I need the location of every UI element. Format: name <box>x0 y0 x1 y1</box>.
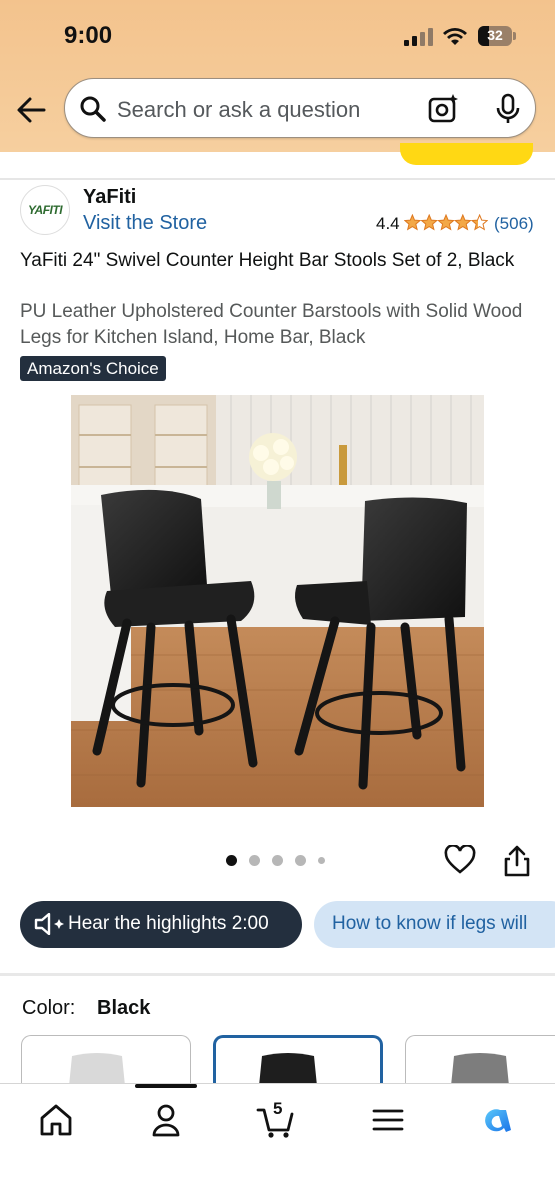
top-header: 9:00 32 Search or ask a question <box>0 0 555 165</box>
pager-dot[interactable] <box>295 855 306 866</box>
product-title: YaFiti 24" Swivel Counter Height Bar Sto… <box>20 250 515 271</box>
share-icon[interactable] <box>503 844 531 878</box>
star-icon <box>470 214 488 231</box>
hear-highlights-label: Hear the highlights 2:00 <box>68 913 269 934</box>
star-icon <box>404 214 422 231</box>
nav-active-indicator <box>135 1084 197 1088</box>
bottom-nav: 5 <box>0 1083 555 1200</box>
pager-dot[interactable] <box>318 857 325 864</box>
store-logo-text: YAFITI <box>27 203 63 217</box>
rufus-assistant-icon[interactable] <box>478 1100 518 1140</box>
amazons-choice-badge: Amazon's Choice <box>20 356 166 381</box>
product-image[interactable] <box>71 395 484 807</box>
image-pager-dots[interactable] <box>226 855 336 867</box>
home-icon[interactable] <box>36 1100 76 1140</box>
cart-count: 5 <box>273 1099 283 1118</box>
hear-highlights-button[interactable]: Hear the highlights 2:00 <box>20 901 302 948</box>
status-bar: 9:00 32 <box>0 0 555 70</box>
rating-stars-icon[interactable] <box>404 214 488 232</box>
account-icon[interactable] <box>146 1100 186 1140</box>
product-subtitle: PU Leather Upholstered Counter Barstools… <box>20 301 523 348</box>
search-input[interactable]: Search or ask a question <box>64 78 536 138</box>
question-chip[interactable]: How to know if legs will <box>314 901 555 948</box>
battery-icon: 32 <box>478 26 516 46</box>
cellular-signal-icon <box>404 28 433 46</box>
star-icon <box>420 214 439 231</box>
status-time: 9:00 <box>64 22 113 49</box>
rating-count-link[interactable]: (506) <box>494 214 534 234</box>
pager-dot[interactable] <box>272 855 283 866</box>
microphone-icon[interactable] <box>493 93 523 125</box>
heart-icon[interactable] <box>444 845 476 875</box>
divider <box>0 973 555 976</box>
back-arrow-icon[interactable] <box>14 92 50 128</box>
search-placeholder: Search or ask a question <box>117 97 361 122</box>
buy-now-button-edge[interactable] <box>400 143 533 165</box>
search-icon <box>80 96 106 122</box>
rating-value: 4.4 <box>376 214 400 233</box>
question-chip-label: How to know if legs will <box>332 913 528 934</box>
pager-dot[interactable] <box>249 855 260 866</box>
speaker-sparkle-icon <box>34 913 64 935</box>
menu-icon[interactable] <box>368 1100 408 1140</box>
star-icon <box>437 214 455 231</box>
battery-level: 32 <box>487 27 503 43</box>
brand-name: YaFiti <box>83 186 137 208</box>
wifi-icon <box>443 28 467 45</box>
divider <box>0 178 555 180</box>
visit-store-link[interactable]: Visit the Store <box>83 212 207 235</box>
color-label: Color: <box>22 997 76 1019</box>
store-logo[interactable]: YAFITI <box>20 185 70 235</box>
star-icon <box>453 214 472 231</box>
pager-dot[interactable] <box>226 855 237 866</box>
camera-lens-icon[interactable] <box>427 93 459 125</box>
cart-button[interactable]: 5 <box>256 1099 296 1140</box>
color-value: Black <box>97 997 151 1019</box>
